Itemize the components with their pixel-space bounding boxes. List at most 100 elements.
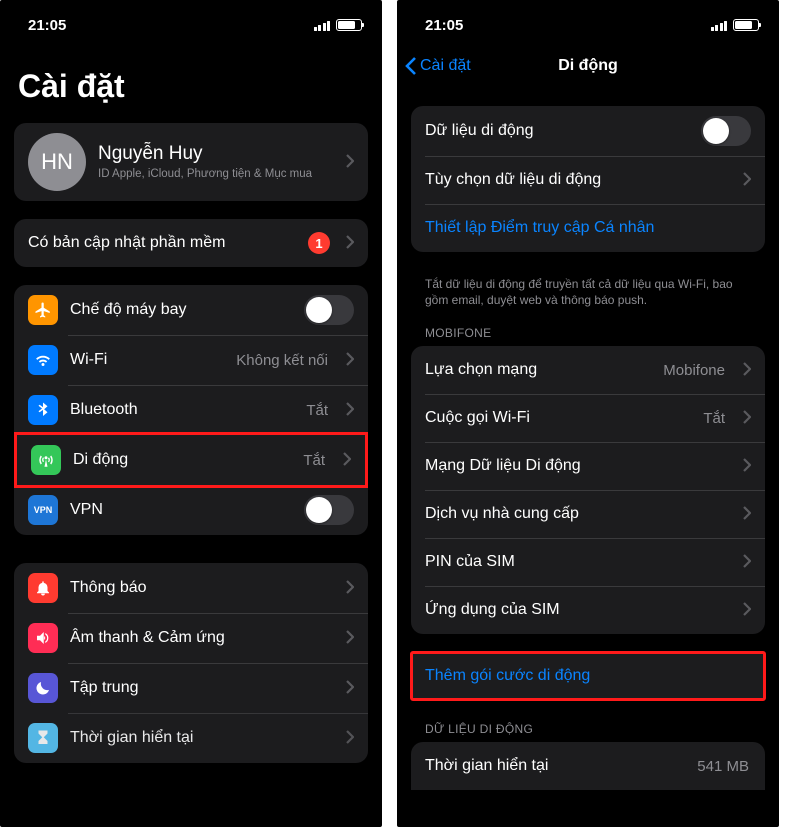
sim-pin-label: PIN của SIM [425, 553, 727, 571]
carrier-services-label: Dịch vụ nhà cung cấp [425, 505, 727, 523]
chevron-right-icon [743, 504, 751, 524]
current-period-label: Thời gian hiển tại [425, 757, 685, 775]
status-time: 21:05 [28, 17, 66, 34]
add-cellular-plan-label: Thêm gói cước di động [425, 667, 751, 685]
focus-row[interactable]: Tập trung [14, 663, 368, 713]
phone-settings-root: 21:05 Cài đặt HN Nguyễn Huy ID Apple, iC… [0, 0, 382, 827]
chevron-right-icon [346, 728, 354, 748]
battery-icon [733, 19, 759, 31]
airplane-mode-row[interactable]: Chế độ máy bay [14, 285, 368, 335]
cellular-data-row[interactable]: Dữ liệu di động [411, 106, 765, 156]
vpn-toggle[interactable] [304, 495, 354, 525]
cellular-value: Tắt [303, 452, 325, 469]
apple-id-row[interactable]: HN Nguyễn Huy ID Apple, iCloud, Phương t… [14, 123, 368, 201]
chevron-right-icon [343, 450, 351, 470]
signal-icon [314, 19, 331, 31]
hourglass-icon [28, 723, 58, 753]
sim-applications-label: Ứng dụng của SIM [425, 601, 727, 619]
add-cellular-plan-row[interactable]: Thêm gói cước di động [411, 652, 765, 700]
status-bar: 21:05 [0, 0, 382, 44]
profile-group: HN Nguyễn Huy ID Apple, iCloud, Phương t… [14, 123, 368, 201]
notifications-group: Thông báo Âm thanh & Cảm ứng Tập trung T… [14, 563, 368, 763]
wifi-calling-label: Cuộc gọi Wi-Fi [425, 409, 691, 427]
cellular-data-label: Dữ liệu di động [425, 122, 689, 140]
sounds-label: Âm thanh & Cảm ứng [70, 629, 330, 647]
cellular-data-group: Dữ liệu di động Tùy chọn dữ liệu di động… [411, 106, 765, 252]
status-bar: 21:05 [397, 0, 779, 44]
chevron-right-icon [743, 170, 751, 190]
notifications-row[interactable]: Thông báo [14, 563, 368, 613]
chevron-right-icon [346, 233, 354, 253]
chevron-right-icon [346, 152, 354, 172]
chevron-right-icon [346, 350, 354, 370]
avatar: HN [28, 133, 86, 191]
chevron-right-icon [743, 600, 751, 620]
profile-subtitle: ID Apple, iCloud, Phương tiện & Mục mua [98, 167, 330, 181]
software-update-row[interactable]: Có bản cập nhật phần mềm 1 [14, 219, 368, 267]
cellular-row[interactable]: Di động Tắt [14, 432, 368, 488]
bluetooth-row[interactable]: Bluetooth Tắt [14, 385, 368, 435]
back-label: Cài đặt [420, 57, 471, 75]
airplane-label: Chế độ máy bay [70, 301, 292, 319]
cellular-data-footnote: Tắt dữ liệu di động để truyền tất cả dữ … [397, 270, 779, 322]
bluetooth-value: Tắt [306, 402, 328, 419]
status-time: 21:05 [425, 17, 463, 34]
page-title: Cài đặt [0, 44, 382, 123]
software-update-group: Có bản cập nhật phần mềm 1 [14, 219, 368, 267]
status-indicators [711, 19, 760, 31]
wifi-calling-value: Tắt [703, 410, 725, 427]
cellular-options-row[interactable]: Tùy chọn dữ liệu di động [411, 156, 765, 204]
update-badge: 1 [308, 232, 330, 254]
add-plan-group: Thêm gói cước di động [411, 652, 765, 700]
bluetooth-icon [28, 395, 58, 425]
cellular-label: Di động [73, 451, 291, 469]
current-period-value: 541 MB [697, 758, 749, 775]
chevron-right-icon [346, 628, 354, 648]
chevron-right-icon [743, 360, 751, 380]
wifi-row[interactable]: Wi-Fi Không kết nối [14, 335, 368, 385]
battery-icon [336, 19, 362, 31]
network-selection-value: Mobifone [663, 362, 725, 379]
status-indicators [314, 19, 363, 31]
vpn-row[interactable]: VPN VPN [14, 485, 368, 535]
wifi-calling-row[interactable]: Cuộc gọi Wi-Fi Tắt [411, 394, 765, 442]
bell-icon [28, 573, 58, 603]
software-update-label: Có bản cập nhật phần mềm [28, 234, 296, 252]
chevron-right-icon [743, 456, 751, 476]
chevron-right-icon [346, 678, 354, 698]
moon-icon [28, 673, 58, 703]
sounds-row[interactable]: Âm thanh & Cảm ứng [14, 613, 368, 663]
speaker-icon [28, 623, 58, 653]
carrier-section-header: MOBIFONE [397, 322, 779, 346]
carrier-services-row[interactable]: Dịch vụ nhà cung cấp [411, 490, 765, 538]
wifi-value: Không kết nối [236, 352, 328, 369]
focus-label: Tập trung [70, 679, 330, 697]
airplane-icon [28, 295, 58, 325]
connectivity-group: Chế độ máy bay Wi-Fi Không kết nối Bluet… [14, 285, 368, 535]
back-button[interactable]: Cài đặt [405, 56, 471, 76]
cellular-data-toggle[interactable] [701, 116, 751, 146]
airplane-toggle[interactable] [304, 295, 354, 325]
network-selection-label: Lựa chọn mạng [425, 361, 651, 379]
wifi-icon [28, 345, 58, 375]
screentime-row[interactable]: Thời gian hiển tại [14, 713, 368, 763]
chevron-right-icon [346, 578, 354, 598]
data-usage-group: Thời gian hiển tại 541 MB [411, 742, 765, 790]
nav-header: Cài đặt Di động [397, 44, 779, 88]
current-period-row[interactable]: Thời gian hiển tại 541 MB [411, 742, 765, 790]
chevron-right-icon [743, 408, 751, 428]
bluetooth-label: Bluetooth [70, 401, 294, 419]
wifi-label: Wi-Fi [70, 351, 224, 369]
chevron-right-icon [346, 400, 354, 420]
cellular-data-network-row[interactable]: Mạng Dữ liệu Di động [411, 442, 765, 490]
network-selection-row[interactable]: Lựa chọn mạng Mobifone [411, 346, 765, 394]
hotspot-setup-row[interactable]: Thiết lập Điểm truy cập Cá nhân [411, 204, 765, 252]
sim-applications-row[interactable]: Ứng dụng của SIM [411, 586, 765, 634]
carrier-group: Lựa chọn mạng Mobifone Cuộc gọi Wi-Fi Tắ… [411, 346, 765, 634]
signal-icon [711, 19, 728, 31]
vpn-icon: VPN [28, 495, 58, 525]
cellular-data-network-label: Mạng Dữ liệu Di động [425, 457, 727, 475]
cellular-options-label: Tùy chọn dữ liệu di động [425, 171, 727, 189]
sim-pin-row[interactable]: PIN của SIM [411, 538, 765, 586]
profile-name: Nguyễn Huy [98, 143, 330, 165]
